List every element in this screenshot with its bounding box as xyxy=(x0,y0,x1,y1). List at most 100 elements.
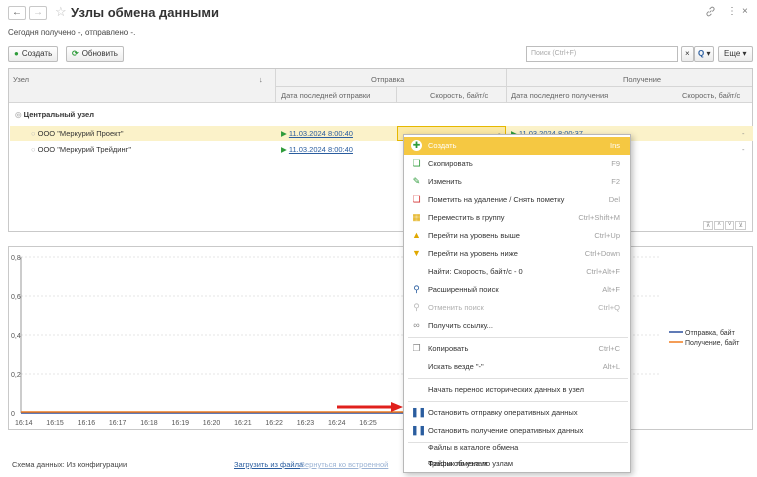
menu-label: Пометить на удаление / Снять пометку xyxy=(428,195,565,204)
group-row[interactable]: ◎ Центральный узел xyxy=(15,110,94,119)
x-tick-label: 16:25 xyxy=(359,420,377,427)
menu-item-create[interactable]: ✚ Создать Ins xyxy=(404,137,630,155)
load-from-file-link[interactable]: Загрузить из файла xyxy=(234,460,303,469)
refresh-icon: ⟳ xyxy=(72,49,79,58)
search-button[interactable]: Q ▾ xyxy=(694,46,715,62)
return-to-builtin-link[interactable]: Вернуться ко встроенной xyxy=(300,460,388,469)
favorite-star-icon[interactable]: ☆ xyxy=(55,4,67,20)
menu-label: Переместить в группу xyxy=(428,213,505,222)
col-receive-speed-header[interactable]: Скорость, байт/с xyxy=(682,91,740,100)
col-send-speed-header[interactable]: Скорость, байт/с xyxy=(430,91,488,100)
forward-button[interactable]: → xyxy=(29,6,47,20)
menu-shortcut: Ctrl+Q xyxy=(598,303,620,312)
arrow-right-icon: → xyxy=(33,7,43,18)
menu-label: Остановить получение оперативных данных xyxy=(428,426,584,435)
group-icon: ◎ xyxy=(15,110,22,119)
col-last-receive-header[interactable]: Дата последнего получения xyxy=(511,91,608,100)
menu-shortcut: Alt+F xyxy=(602,285,620,294)
x-tick-label: 16:14 xyxy=(15,420,33,427)
receive-group-header: Получение xyxy=(623,75,662,84)
level-up-icon: ▲ xyxy=(412,230,421,240)
col-last-send-header[interactable]: Дата последней отправки xyxy=(281,91,370,100)
pause-icon: ❚❚ xyxy=(411,425,427,435)
menu-item-edit[interactable]: ✎ Изменить F2 xyxy=(404,173,630,191)
play-icon: ▶ xyxy=(281,129,287,138)
menu-shortcut: Ctrl+C xyxy=(598,344,620,353)
more-vertical-icon[interactable]: ⋮ xyxy=(727,6,737,17)
menu-label: Скопировать xyxy=(428,159,473,168)
scroll-up-icon[interactable]: ˄ xyxy=(714,221,724,230)
menu-item-search-everywhere[interactable]: Искать везде "-" Alt+L xyxy=(404,358,630,376)
move-to-group-icon: ▦ xyxy=(412,212,421,222)
red-arrow-annotation xyxy=(337,402,403,412)
menu-separator xyxy=(408,378,628,379)
menu-label: Перейти на уровень ниже xyxy=(428,249,518,258)
menu-shortcut: Ctrl+Down xyxy=(584,249,620,258)
link-icon[interactable] xyxy=(705,6,716,20)
pencil-icon: ✎ xyxy=(412,176,421,186)
menu-item-advanced-search[interactable]: ⚲ Расширенный поиск Alt+F xyxy=(404,281,630,299)
x-tick-label: 16:16 xyxy=(78,420,96,427)
clear-search-button[interactable]: × xyxy=(681,46,694,62)
menu-label: Трафик по узлам xyxy=(428,459,488,468)
level-down-icon: ▼ xyxy=(412,248,421,258)
menu-shortcut: Ctrl+Shift+M xyxy=(578,213,620,222)
menu-item-find[interactable]: Найти: Скорость, байт/с - 0 Ctrl+Alt+F xyxy=(404,263,630,281)
menu-item-copy[interactable]: ❏ Скопировать F9 xyxy=(404,155,630,173)
create-button[interactable]: ● Создать xyxy=(8,46,59,62)
menu-separator xyxy=(408,337,628,338)
scroll-bottom-icon[interactable]: ⊻ xyxy=(735,221,746,230)
last-send-link[interactable]: 11.03.2024 8:00:40 xyxy=(289,145,353,154)
refresh-button[interactable]: ⟳ Обновить xyxy=(66,46,124,62)
menu-label: Изменить xyxy=(428,177,462,186)
link-icon: ∞ xyxy=(413,320,420,330)
search-icon: Q xyxy=(698,49,705,58)
last-send-link[interactable]: 11.03.2024 8:00:40 xyxy=(289,129,353,138)
create-label: Создать xyxy=(21,49,53,58)
table-row[interactable]: ○ ООО "Меркурий Проект" xyxy=(31,129,124,138)
receive-speed-cell: - xyxy=(742,129,745,138)
x-tick-label: 16:15 xyxy=(46,420,64,427)
menu-item-node-traffic[interactable]: Трафик по узлам xyxy=(404,455,630,473)
delete-mark-icon: ❏ xyxy=(412,194,421,204)
menu-item-mark-delete[interactable]: ❏ Пометить на удаление / Снять пометку D… xyxy=(404,191,630,209)
sort-icon[interactable]: ↓ xyxy=(259,75,263,84)
close-button[interactable]: × xyxy=(742,6,748,17)
node-icon: ○ xyxy=(31,145,36,154)
col-node-header[interactable]: Узел xyxy=(13,75,29,84)
group-name: Центральный узел xyxy=(23,110,94,119)
y-tick-label: 0,2 xyxy=(11,372,21,379)
menu-item-level-up[interactable]: ▲ Перейти на уровень выше Ctrl+Up xyxy=(404,227,630,245)
back-button[interactable]: ← xyxy=(8,6,26,20)
legend-label: Отправка, байт xyxy=(685,329,736,337)
menu-item-cancel-search: ⚲ Отменить поиск Ctrl+Q xyxy=(404,299,630,317)
x-tick-label: 16:21 xyxy=(234,420,252,427)
menu-shortcut: Ins xyxy=(609,141,620,150)
menu-item-stop-sending[interactable]: ❚❚ Остановить отправку оперативных данны… xyxy=(404,404,630,422)
menu-item-stop-receiving[interactable]: ❚❚ Остановить получение оперативных данн… xyxy=(404,422,630,440)
menu-separator xyxy=(408,401,628,402)
play-icon: ▶ xyxy=(281,145,287,154)
menu-shortcut: F9 xyxy=(611,159,620,168)
menu-item-start-history-transfer[interactable]: Начать перенос исторических данных в узе… xyxy=(404,381,630,399)
menu-item-level-down[interactable]: ▼ Перейти на уровень ниже Ctrl+Down xyxy=(404,245,630,263)
last-send-cell[interactable]: ▶ 11.03.2024 8:00:40 xyxy=(281,129,353,138)
menu-item-copy-clipboard[interactable]: ❐ Копировать Ctrl+C xyxy=(404,340,630,358)
scroll-buttons: ⊼ ˄ ˅ ⊻ xyxy=(703,221,746,230)
menu-item-get-link[interactable]: ∞ Получить ссылку... xyxy=(404,317,630,335)
more-button[interactable]: Еще ▾ xyxy=(718,46,753,62)
table-row[interactable]: ○ ООО "Меркурий Трейдинг" xyxy=(31,145,131,154)
scroll-top-icon[interactable]: ⊼ xyxy=(703,221,714,230)
scroll-down-icon[interactable]: ˅ xyxy=(724,221,735,230)
search-input[interactable]: Поиск (Ctrl+F) xyxy=(526,46,678,62)
last-send-cell[interactable]: ▶ 11.03.2024 8:00:40 xyxy=(281,145,353,154)
menu-item-move-to-group[interactable]: ▦ Переместить в группу Ctrl+Shift+M xyxy=(404,209,630,227)
exchange-status: Сегодня получено -, отправлено -. xyxy=(8,28,136,37)
nodes-table[interactable]: Узел ↓ Отправка Получение Дата последней… xyxy=(8,68,753,232)
x-tick-label: 16:17 xyxy=(109,420,127,427)
refresh-label: Обновить xyxy=(81,49,118,58)
node-name: ООО "Меркурий Проект" xyxy=(37,129,124,138)
arrow-left-icon: ← xyxy=(12,7,22,18)
schema-label: Схема данных: Из конфигурации xyxy=(12,460,128,469)
send-group-header: Отправка xyxy=(371,75,405,84)
